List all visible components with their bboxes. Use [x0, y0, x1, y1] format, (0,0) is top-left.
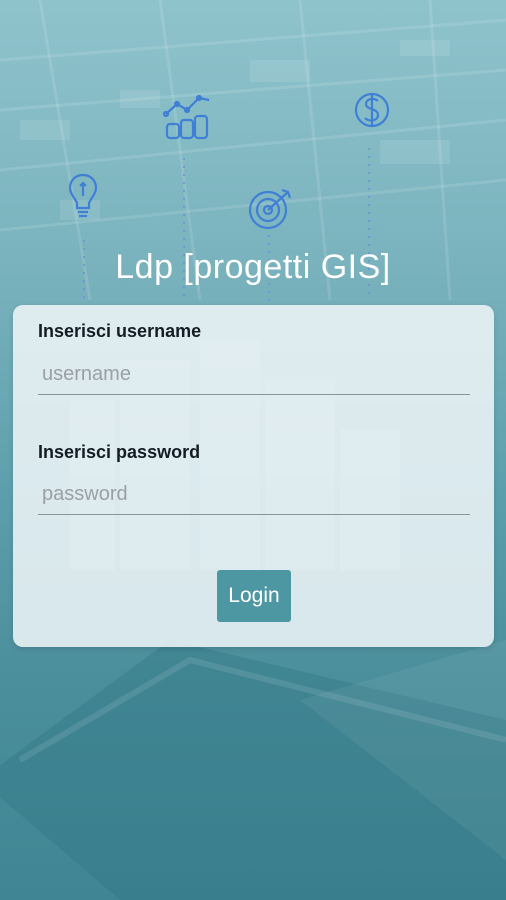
- login-screen: Ldp [progetti GIS] Inserisci username In…: [0, 0, 506, 900]
- growth-chart-coins-icon: [163, 94, 210, 140]
- password-label: Inserisci password: [38, 442, 201, 462]
- target-icon: [248, 188, 292, 230]
- lightbulb-icon: [68, 173, 98, 218]
- login-button[interactable]: Login: [217, 570, 291, 622]
- dollar-globe-icon: [354, 92, 390, 128]
- app-title: Ldp [progetti GIS]: [115, 248, 391, 286]
- username-label: Inserisci username: [38, 321, 202, 341]
- login-card: Inserisci username Inserisci password Lo…: [13, 305, 494, 647]
- username-input[interactable]: [38, 355, 470, 395]
- password-input[interactable]: [38, 475, 470, 515]
